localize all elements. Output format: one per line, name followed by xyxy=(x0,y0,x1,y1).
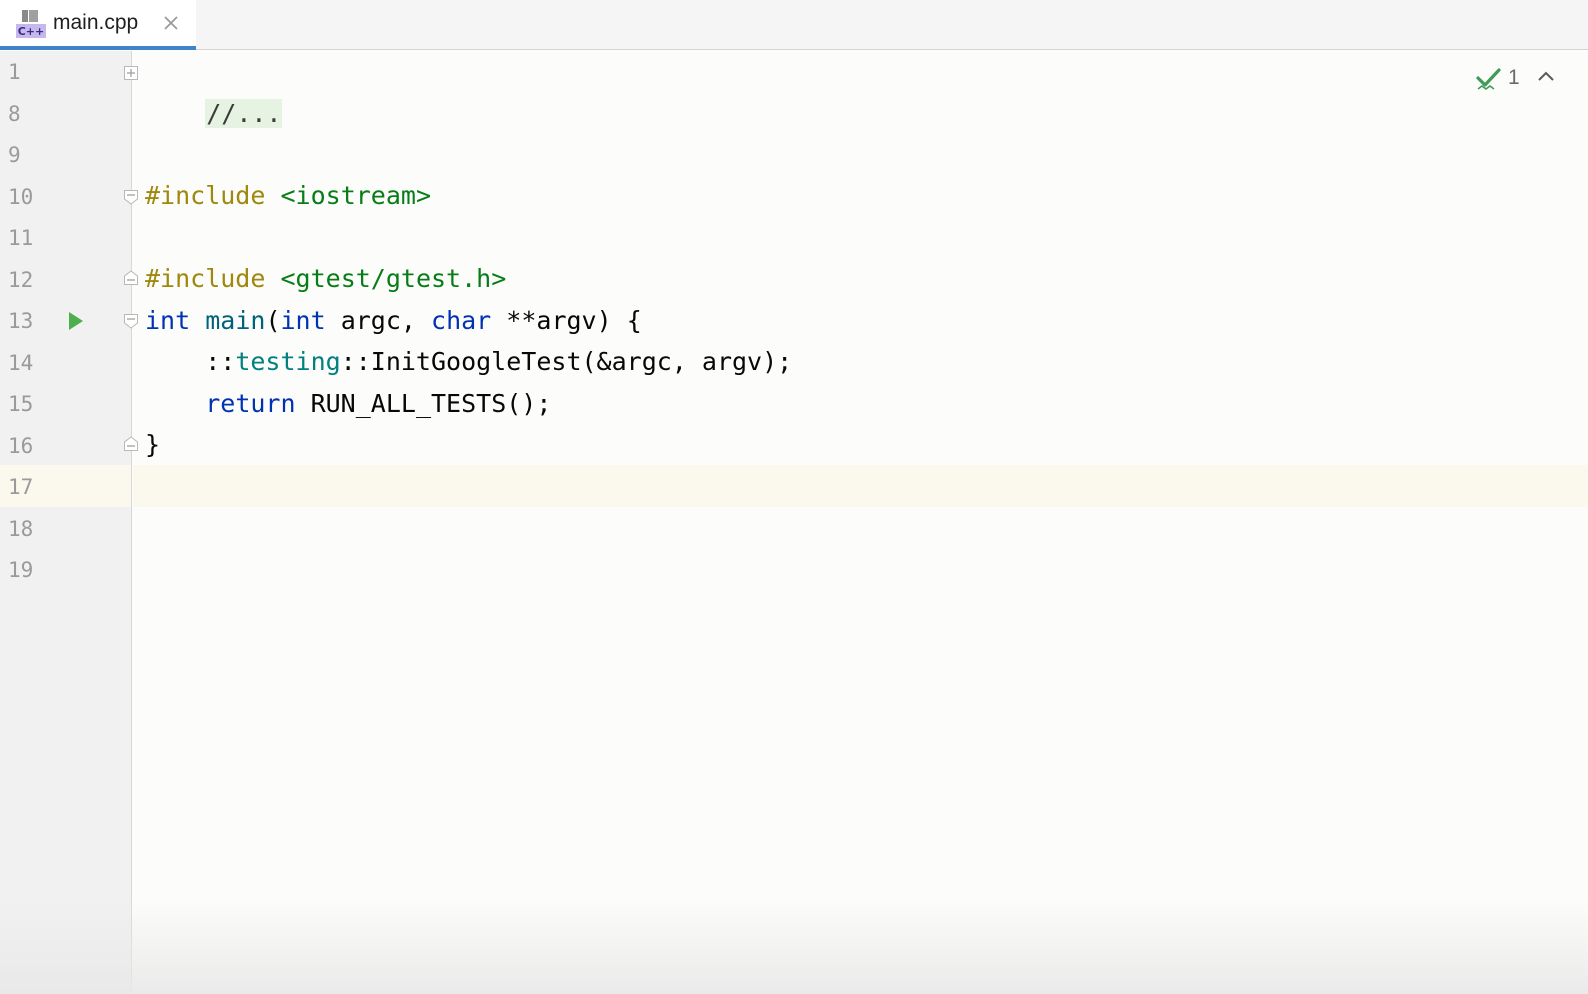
line-number: 10 xyxy=(8,185,34,209)
code-line-15: return RUN_ALL_TESTS(); xyxy=(145,383,551,425)
line-number: 9 xyxy=(8,143,21,167)
code-text: ( xyxy=(265,306,281,335)
preprocessor-directive: #include xyxy=(145,264,266,293)
code-text: argc, xyxy=(325,306,432,335)
code-editor[interactable]: //... #include <iostream> #include <gtes… xyxy=(133,51,1588,994)
line-number: 18 xyxy=(8,517,34,541)
code-line-16: } xyxy=(145,424,160,466)
line-number: 19 xyxy=(8,558,34,582)
cpp-file-icon: C++ xyxy=(16,10,46,38)
chevron-up-icon[interactable] xyxy=(1536,68,1556,84)
preprocessor-directive: #include xyxy=(145,181,266,210)
keyword: int xyxy=(280,306,326,335)
code-line-1: //... xyxy=(145,51,283,128)
line-number: 8 xyxy=(8,102,21,126)
line-number: 12 xyxy=(8,268,34,292)
inspection-count: 1 xyxy=(1508,66,1520,89)
code-line-14: ::testing::InitGoogleTest(&argc, argv); xyxy=(145,341,792,383)
code-line-13: int main(int argc, char **argv) { xyxy=(145,300,642,342)
current-line-highlight xyxy=(133,465,1588,507)
include-path: <gtest/gtest.h> xyxy=(280,264,507,293)
keyword: int xyxy=(145,306,191,335)
function-name: main xyxy=(205,306,266,335)
namespace: testing xyxy=(235,347,341,376)
code-line-10: #include <iostream> xyxy=(145,175,431,217)
editor-tab-bar: C++ main.cpp xyxy=(0,0,1588,50)
svg-text:C++: C++ xyxy=(18,25,45,38)
keyword: return xyxy=(205,389,296,418)
code-text: ::InitGoogleTest(&argc, argv); xyxy=(340,347,793,376)
run-icon[interactable] xyxy=(66,310,86,332)
code-text: RUN_ALL_TESTS(); xyxy=(295,389,552,418)
check-inspection-icon xyxy=(1476,68,1501,90)
line-number: 15 xyxy=(8,392,34,416)
code-line-12: #include <gtest/gtest.h> xyxy=(145,258,506,300)
code-text: **argv) { xyxy=(491,306,642,335)
tab-label: main.cpp xyxy=(53,11,139,34)
line-number: 1 xyxy=(8,60,21,84)
tab-main-cpp[interactable]: C++ main.cpp xyxy=(0,0,196,50)
line-number: 14 xyxy=(8,351,34,375)
code-text: } xyxy=(145,430,161,459)
code-text: :: xyxy=(145,347,236,376)
include-path: <iostream> xyxy=(280,181,431,210)
line-number: 17 xyxy=(8,475,34,499)
close-icon[interactable] xyxy=(162,14,180,32)
folded-comment[interactable]: //... xyxy=(205,99,283,128)
line-number: 13 xyxy=(8,309,34,333)
keyword: char xyxy=(431,306,492,335)
line-number: 11 xyxy=(8,226,34,250)
line-number: 16 xyxy=(8,434,34,458)
